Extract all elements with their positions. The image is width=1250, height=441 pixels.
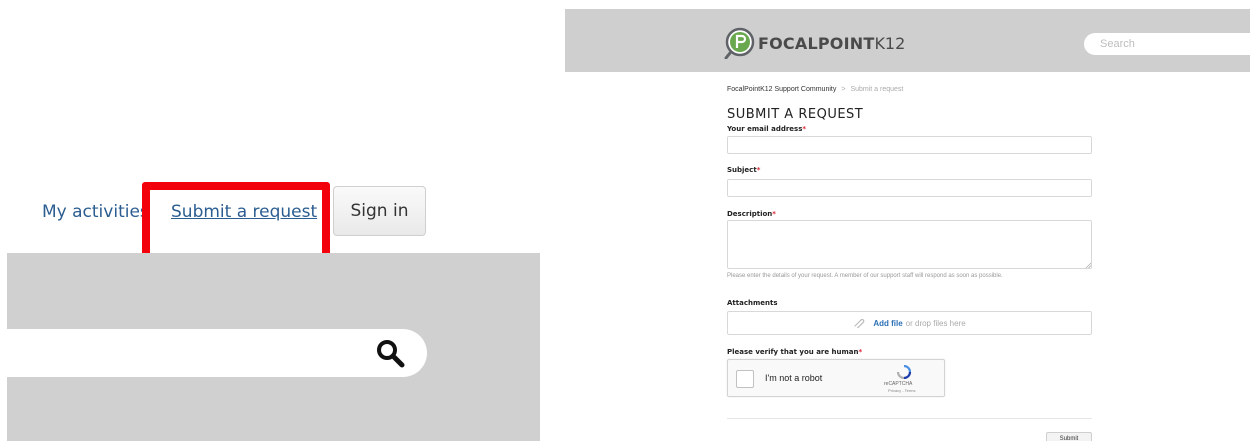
submit-request-page: FOCALPOINT K12 FocalPointK12 Support Com… <box>565 0 1250 441</box>
paperclip-icon <box>854 318 865 328</box>
search-icon[interactable] <box>375 338 405 368</box>
required-mark: * <box>802 125 807 133</box>
description-help-text: Please enter the details of your request… <box>727 273 1003 279</box>
required-mark: * <box>756 166 761 174</box>
attachment-dropzone[interactable]: Add file or drop files here <box>727 311 1092 335</box>
subject-field[interactable] <box>727 179 1092 197</box>
breadcrumb-current: Submit a request <box>850 86 904 93</box>
description-label: Description* <box>727 210 776 218</box>
drop-files-hint: or drop files here <box>905 318 966 328</box>
add-file-link[interactable]: Add file <box>873 319 902 328</box>
verify-human-label: Please verify that you are human* <box>727 348 863 356</box>
resize-grip-icon[interactable] <box>1085 262 1091 268</box>
email-field[interactable] <box>727 136 1092 154</box>
breadcrumb-separator: > <box>841 86 846 93</box>
submit-button[interactable]: Submit <box>1046 432 1092 441</box>
form-divider <box>727 418 1092 419</box>
sign-in-button[interactable]: Sign in <box>333 186 426 236</box>
email-label: Your email address* <box>727 125 807 133</box>
recaptcha-icon <box>896 365 912 379</box>
breadcrumb: FocalPointK12 Support Community > Submit a… <box>727 86 903 93</box>
recaptcha-checkbox[interactable] <box>736 370 754 388</box>
attachments-label: Attachments <box>727 299 778 307</box>
logo-wordmark: FOCALPOINT <box>758 33 875 53</box>
search-bar[interactable] <box>0 329 427 377</box>
header-search-input[interactable] <box>1084 33 1250 55</box>
my-activities-link[interactable]: My activities <box>42 202 149 222</box>
description-field[interactable] <box>727 220 1092 269</box>
recaptcha-brand: reCAPTCHA <box>884 381 913 387</box>
recaptcha-widget: I'm not a robot reCAPTCHA Privacy - Term… <box>727 359 945 397</box>
recaptcha-privacy-links[interactable]: Privacy - Terms <box>888 388 915 393</box>
zoomed-nav-crop: My activities Submit a request Sign in <box>0 0 545 441</box>
site-header: FOCALPOINT K12 <box>565 9 1250 72</box>
breadcrumb-home-link[interactable]: FocalPointK12 Support Community <box>727 86 836 93</box>
required-mark: * <box>772 210 776 218</box>
required-mark: * <box>858 348 863 356</box>
subject-label: Subject* <box>727 166 761 174</box>
recaptcha-label: I'm not a robot <box>765 373 823 383</box>
page-title: SUBMIT A REQUEST <box>727 107 864 122</box>
magnifier-logo-icon <box>724 27 755 59</box>
focalpoint-logo[interactable]: FOCALPOINT K12 <box>724 27 906 59</box>
red-highlight-box <box>142 182 330 264</box>
logo-suffix: K12 <box>874 33 906 53</box>
